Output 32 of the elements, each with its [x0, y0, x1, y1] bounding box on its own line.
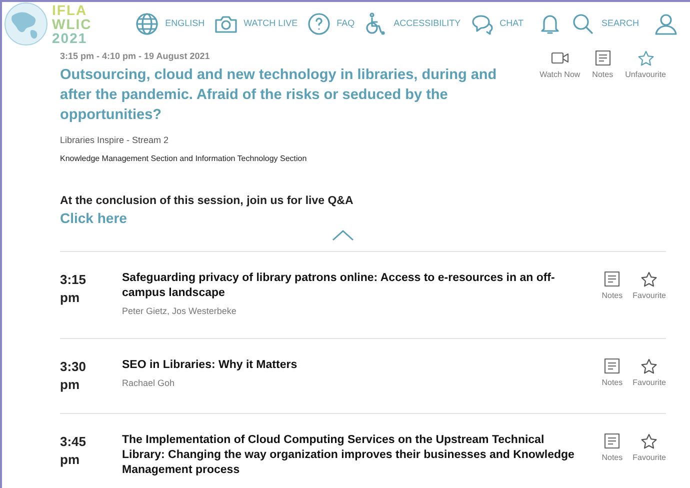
section-names: Knowledge Management Section and Information Technology Section: [60, 153, 308, 165]
speaker-names: Peter Gietz, Jos Westerbeke: [122, 305, 238, 318]
nav-link[interactable]: FAQ: [306, 12, 355, 36]
notes-button[interactable]: Notes: [602, 432, 623, 464]
stream-label: Libraries Inspire - Stream 2: [60, 134, 170, 147]
favourite-button[interactable]: Favourite: [632, 432, 666, 464]
nav-link[interactable]: SEARCH: [571, 12, 639, 36]
nav-link[interactable]: CHAT: [470, 12, 524, 36]
notes-button[interactable]: Notes: [602, 358, 623, 389]
logo-text: IFLA: [52, 3, 88, 17]
talk-title: Safeguarding privacy of library patrons online: Access to e-resources in an off-campus landscape: [122, 271, 556, 302]
talk-title: SEO in Libraries: Why it Matters: [122, 358, 298, 373]
nav-link[interactable]: WATCH LIVE: [214, 12, 298, 36]
favourite-button[interactable]: Unfavourite: [625, 50, 666, 81]
notes-button[interactable]: Notes: [602, 271, 623, 302]
speaker-names: Rachael Goh: [122, 376, 176, 390]
watch-now-button[interactable]: Watch Now: [540, 50, 580, 81]
favourite-button[interactable]: Favourite: [632, 358, 666, 389]
nav-link[interactable]: ENGLISH: [135, 12, 205, 36]
logo-text: WLIC: [52, 17, 92, 31]
qa-text: At the conclusion of this session, join us for live Q&A: [60, 194, 354, 209]
session-time: 3:15 pm - 4:10 pm - 19 August 2021: [60, 50, 211, 63]
session-title: Outsourcing, cloud and new technology in libraries, during and after the pandemic. Afraid of the risks or seduced by the opportunities?: [60, 66, 498, 124]
favourite-button[interactable]: Favourite: [632, 271, 666, 302]
talk-time: 3:30 pm: [60, 358, 88, 394]
talk-time: 3:45 pm: [60, 432, 88, 469]
click-here-link[interactable]: Click here: [60, 210, 127, 226]
talk-title: The Implementation of Cloud Computing Services on the Upstream Technical Library: Changing the way organization improves their businesses and Knowledge Management process: [122, 432, 576, 478]
logo-text: 2021: [52, 31, 88, 45]
notes-button[interactable]: Notes: [592, 50, 614, 81]
nav-link[interactable]: ACCESSIBILITY: [364, 12, 461, 36]
talk-time: 3:15 pm: [60, 271, 88, 308]
